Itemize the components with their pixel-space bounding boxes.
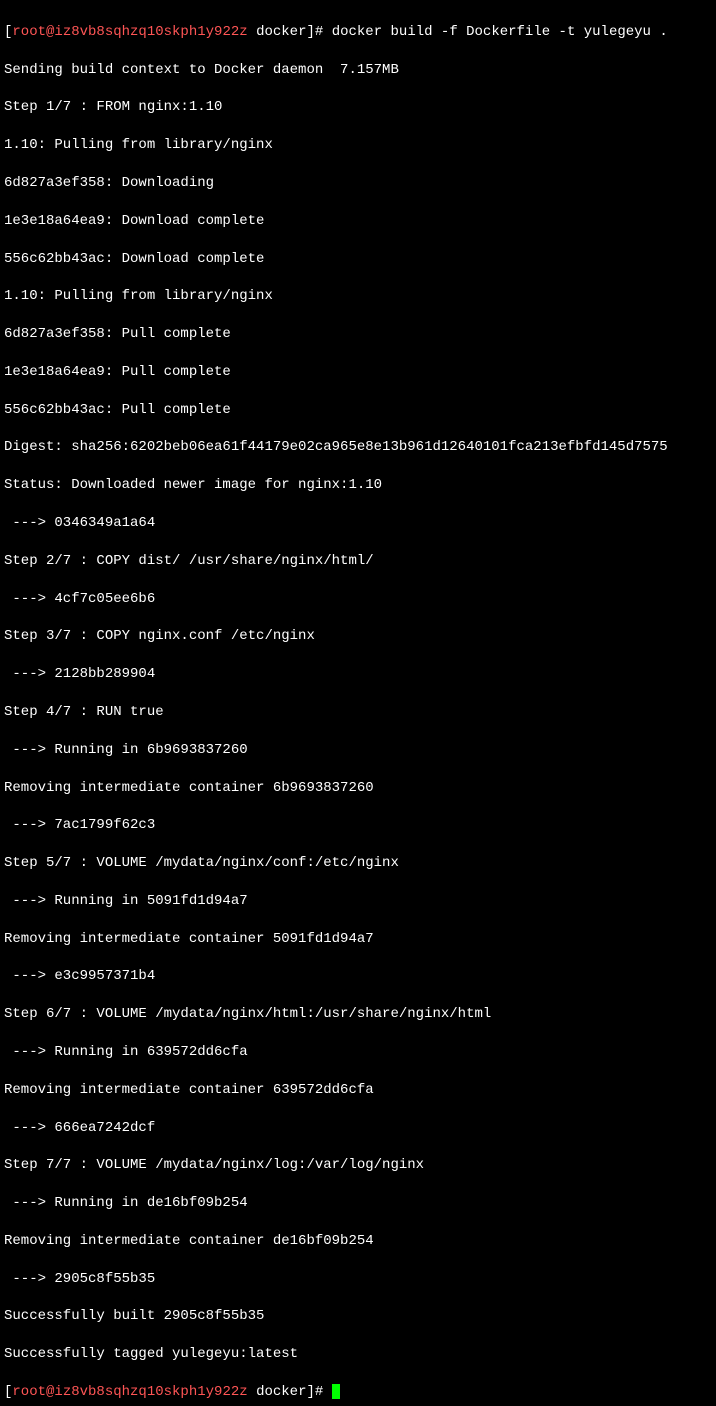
output-line: Step 7/7 : VOLUME /mydata/nginx/log:/var… [4,1156,712,1175]
output-line: 6d827a3ef358: Pull complete [4,325,712,344]
output-line: 556c62bb43ac: Download complete [4,250,712,269]
output-line: ---> e3c9957371b4 [4,967,712,986]
output-line: Removing intermediate container 6b969383… [4,779,712,798]
output-line: 1e3e18a64ea9: Download complete [4,212,712,231]
output-line: ---> 7ac1799f62c3 [4,816,712,835]
output-line: Step 4/7 : RUN true [4,703,712,722]
output-line: ---> Running in 6b9693837260 [4,741,712,760]
prompt-bracket-close: ]# [306,24,331,40]
output-line: Successfully tagged yulegeyu:latest [4,1345,712,1364]
prompt-user-host: root@iz8vb8sqhzq10skph1y922z [12,1384,247,1400]
prompt-bracket-close: ]# [306,1384,331,1400]
prompt-dir: docker [256,1384,306,1400]
prompt-dir: docker [256,24,306,40]
output-line: ---> 666ea7242dcf [4,1119,712,1138]
output-line: Step 3/7 : COPY nginx.conf /etc/nginx [4,627,712,646]
output-line: Removing intermediate container 5091fd1d… [4,930,712,949]
output-line: ---> Running in de16bf09b254 [4,1194,712,1213]
output-line: ---> Running in 5091fd1d94a7 [4,892,712,911]
output-line: ---> 0346349a1a64 [4,514,712,533]
prompt-user-host: root@iz8vb8sqhzq10skph1y922z [12,24,247,40]
output-line: Digest: sha256:6202beb06ea61f44179e02ca9… [4,438,712,457]
prompt-space [248,1384,256,1400]
output-line: Removing intermediate container de16bf09… [4,1232,712,1251]
output-line: ---> 2905c8f55b35 [4,1270,712,1289]
output-line: Step 2/7 : COPY dist/ /usr/share/nginx/h… [4,552,712,571]
output-line: ---> Running in 639572dd6cfa [4,1043,712,1062]
output-line: Step 5/7 : VOLUME /mydata/nginx/conf:/et… [4,854,712,873]
output-line: 1.10: Pulling from library/nginx [4,287,712,306]
output-line: Status: Downloaded newer image for nginx… [4,476,712,495]
output-line: 6d827a3ef358: Downloading [4,174,712,193]
output-line: Step 6/7 : VOLUME /mydata/nginx/html:/us… [4,1005,712,1024]
prompt-space [248,24,256,40]
output-line: ---> 4cf7c05ee6b6 [4,590,712,609]
cursor-icon [332,1384,340,1399]
prompt-line-2[interactable]: [root@iz8vb8sqhzq10skph1y922z docker]# [4,1383,712,1402]
output-line: Successfully built 2905c8f55b35 [4,1307,712,1326]
output-line: ---> 2128bb289904 [4,665,712,684]
output-line: 1.10: Pulling from library/nginx [4,136,712,155]
output-line: Removing intermediate container 639572dd… [4,1081,712,1100]
output-line: Step 1/7 : FROM nginx:1.10 [4,98,712,117]
output-line: 556c62bb43ac: Pull complete [4,401,712,420]
command-text: docker build -f Dockerfile -t yulegeyu . [332,24,668,40]
output-line: Sending build context to Docker daemon 7… [4,61,712,80]
output-line: 1e3e18a64ea9: Pull complete [4,363,712,382]
terminal-output[interactable]: [root@iz8vb8sqhzq10skph1y922z docker]# d… [4,4,712,1406]
prompt-bracket-open: [ [4,1384,12,1400]
prompt-line-1: [root@iz8vb8sqhzq10skph1y922z docker]# d… [4,23,712,42]
